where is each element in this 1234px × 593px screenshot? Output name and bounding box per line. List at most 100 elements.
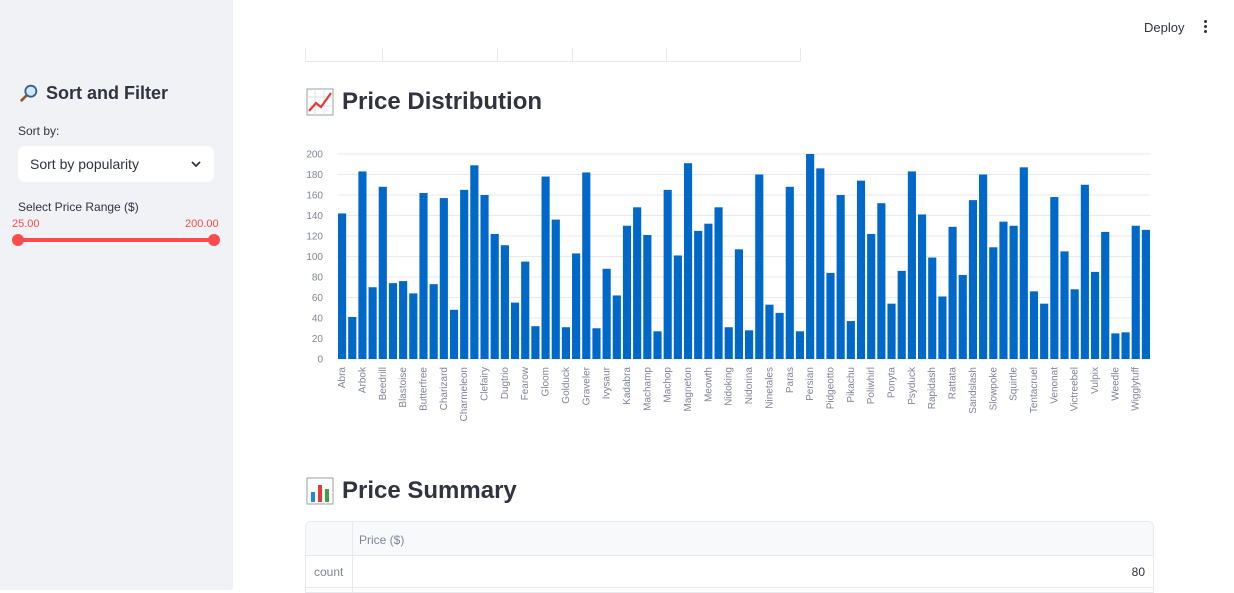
previous-table-bottom — [305, 48, 801, 62]
bar[interactable] — [622, 225, 632, 359]
bar[interactable] — [1131, 225, 1140, 359]
bar[interactable] — [582, 172, 591, 359]
bar[interactable] — [714, 207, 723, 359]
bar[interactable] — [887, 303, 896, 359]
x-tick-label: Squirtle — [1009, 367, 1020, 401]
x-tick-label: Golduck — [561, 366, 572, 404]
slider-max-handle[interactable] — [208, 234, 220, 246]
bar[interactable] — [826, 272, 835, 359]
bar[interactable] — [989, 247, 998, 359]
bar[interactable] — [460, 189, 469, 359]
sort-select[interactable]: Sort by popularity — [18, 146, 214, 182]
bar[interactable] — [765, 304, 774, 359]
bar[interactable] — [500, 245, 509, 359]
bar[interactable] — [470, 165, 479, 359]
bar[interactable] — [836, 195, 845, 359]
bar[interactable] — [338, 213, 347, 359]
bar[interactable] — [806, 154, 815, 359]
bar[interactable] — [745, 330, 754, 359]
bar[interactable] — [531, 326, 540, 359]
bar[interactable] — [378, 186, 387, 359]
bar[interactable] — [1029, 291, 1039, 359]
bar[interactable] — [521, 261, 530, 359]
distribution-heading: Price Distribution — [306, 88, 542, 116]
bar[interactable] — [551, 219, 560, 359]
bar[interactable] — [785, 186, 794, 359]
bar[interactable] — [541, 176, 550, 359]
bar[interactable] — [907, 171, 916, 359]
bar[interactable] — [897, 270, 906, 359]
bar[interactable] — [979, 174, 988, 360]
bar[interactable] — [1121, 332, 1130, 359]
bar[interactable] — [968, 200, 978, 359]
bar[interactable] — [643, 234, 652, 359]
bar[interactable] — [1050, 197, 1059, 359]
more-options-icon[interactable] — [1196, 18, 1214, 36]
x-tick-label: Tentacruel — [1029, 367, 1040, 413]
bar[interactable] — [1080, 184, 1089, 359]
bar[interactable] — [1019, 167, 1028, 359]
x-tick-label: Sandslash — [968, 367, 979, 414]
bar[interactable] — [724, 327, 733, 359]
bar[interactable] — [561, 327, 571, 359]
bar[interactable] — [795, 331, 805, 359]
bar[interactable] — [704, 223, 713, 359]
bar[interactable] — [1009, 225, 1018, 359]
bar[interactable] — [816, 168, 825, 359]
y-tick-label: 160 — [306, 191, 323, 202]
bar[interactable] — [1090, 271, 1100, 359]
bar[interactable] — [449, 309, 459, 359]
bar[interactable] — [368, 287, 377, 359]
bar[interactable] — [602, 268, 611, 359]
bar[interactable] — [612, 295, 621, 359]
bar[interactable] — [663, 189, 672, 359]
bar[interactable] — [633, 207, 642, 359]
bar[interactable] — [348, 316, 357, 359]
column-header-price[interactable]: Price ($) — [359, 533, 404, 547]
bar[interactable] — [1040, 303, 1049, 359]
bar[interactable] — [1141, 229, 1150, 359]
bar[interactable] — [409, 293, 418, 359]
bar[interactable] — [775, 312, 784, 359]
x-tick-label: Persian — [805, 367, 816, 401]
bar[interactable] — [358, 171, 367, 359]
bar[interactable] — [673, 255, 682, 359]
bar[interactable] — [877, 203, 886, 359]
bar[interactable] — [755, 174, 764, 360]
deploy-button[interactable]: Deploy — [1138, 18, 1190, 37]
x-tick-label: Fearow — [520, 366, 531, 400]
bar[interactable] — [480, 195, 489, 359]
price-range-slider-track[interactable] — [18, 238, 214, 242]
bar[interactable] — [846, 321, 855, 359]
bar[interactable] — [938, 296, 947, 359]
bar[interactable] — [999, 221, 1008, 359]
index-column-divider — [352, 522, 353, 592]
bar[interactable] — [928, 257, 937, 359]
bar[interactable] — [683, 163, 693, 359]
bar[interactable] — [653, 331, 662, 359]
x-tick-label: Poliwhirl — [866, 367, 877, 404]
x-tick-label: Weedle — [1110, 367, 1121, 401]
bar[interactable] — [1070, 289, 1079, 359]
bar[interactable] — [867, 233, 876, 359]
bar[interactable] — [948, 226, 957, 359]
bar[interactable] — [694, 230, 703, 359]
y-tick-label: 20 — [312, 334, 324, 345]
bar[interactable] — [734, 249, 743, 359]
bar[interactable] — [856, 180, 866, 359]
bar[interactable] — [1101, 231, 1110, 359]
bar[interactable] — [510, 302, 520, 359]
bar[interactable] — [572, 253, 581, 359]
bar[interactable] — [1111, 333, 1120, 359]
bar[interactable] — [419, 192, 428, 359]
bar[interactable] — [399, 281, 408, 359]
bar[interactable] — [1060, 251, 1069, 359]
bar[interactable] — [592, 328, 601, 359]
bar[interactable] — [388, 283, 398, 359]
bar[interactable] — [439, 198, 448, 359]
bar[interactable] — [958, 274, 967, 359]
slider-min-handle[interactable] — [12, 234, 24, 246]
bar[interactable] — [490, 233, 499, 359]
bar[interactable] — [429, 284, 438, 359]
bar[interactable] — [917, 214, 927, 359]
